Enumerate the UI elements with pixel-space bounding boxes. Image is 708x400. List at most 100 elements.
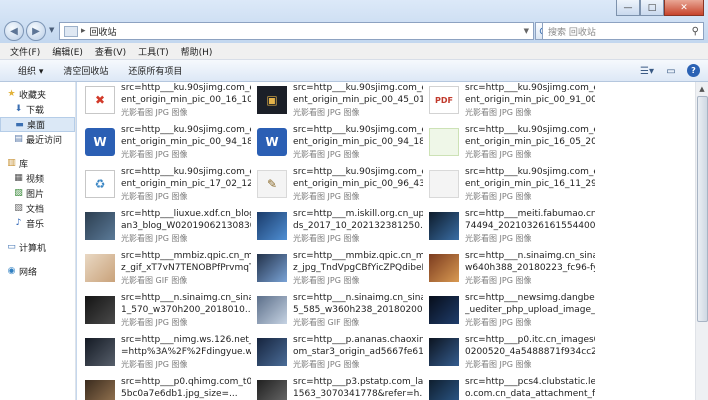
maximize-button[interactable]: □ <box>640 0 664 16</box>
file-item[interactable]: ▣ src=http___ku.90sjimg.com_elem ent_origi… <box>249 82 423 122</box>
address-bar[interactable]: ▸ 回收站 ▼ <box>59 22 534 40</box>
sidebar-item-computer[interactable]: ▭ 计算机 <box>0 240 75 255</box>
music-icon: ♪ <box>15 218 22 228</box>
file-item[interactable]: src=http___p0.itc.cn_images03_2 0200520_4… <box>421 334 595 374</box>
file-item[interactable]: src=http___mmbiz.qpic.cn_mmbi z_gif_xT7vN… <box>77 250 251 290</box>
file-type: 光影看图 JPG 图像 <box>465 234 532 243</box>
menu-file[interactable]: 文件(F) <box>4 45 46 58</box>
restore-all-button[interactable]: 还原所有项目 <box>118 64 192 77</box>
sidebar-item-network[interactable]: ◉ 网络 <box>0 264 75 279</box>
menu-view[interactable]: 查看(V) <box>89 45 132 58</box>
sidebar-item-desktop[interactable]: ▬ 桌面 <box>0 117 75 132</box>
menu-edit[interactable]: 编辑(E) <box>46 45 89 58</box>
file-name-line-2: z_gif_xT7vN7TENOBPfPrvmqT... <box>121 263 251 273</box>
file-name-line-2: ent_origin_min_pic_00_94_18_9... <box>121 137 251 147</box>
view-options-icon[interactable]: ☰▾ <box>639 64 655 78</box>
history-dropdown-icon[interactable]: ▼ <box>49 26 54 34</box>
sidebar-item-videos[interactable]: ▦ 视频 <box>0 171 75 186</box>
breadcrumb-separator-icon[interactable]: ▸ <box>81 26 86 36</box>
sidebar-label: 图片 <box>26 190 45 200</box>
menu-tools[interactable]: 工具(T) <box>132 45 175 58</box>
file-name-line-1: src=http___nimg.ws.126.net_url <box>121 335 251 345</box>
file-item[interactable]: Wsrc=http___ku.90sjimg.com_elem ent_origi… <box>249 124 423 164</box>
preview-pane-icon[interactable]: ▭ <box>663 64 679 78</box>
photo-icon <box>257 296 287 324</box>
file-item[interactable]: src=http___n.sinaimg.cn_sinacn1 5_585_w36… <box>249 292 423 332</box>
file-name-line-1: src=http___ku.90sjimg.com_elem <box>465 167 595 177</box>
file-name: src=http___p.ananas.chaoxing.c om_star3_o… <box>293 334 423 358</box>
sidebar-label: 视频 <box>26 175 45 185</box>
sidebar-item-library[interactable]: ▥ 库 <box>0 156 75 171</box>
file-item[interactable]: src=http___p.ananas.chaoxing.c om_star3_o… <box>249 334 423 374</box>
file-item[interactable]: src=http___m.iskill.org.cn_uploa ds_2017_… <box>249 208 423 248</box>
scrollbar-thumb[interactable] <box>697 96 708 322</box>
file-name: src=http___m.iskill.org.cn_uploa ds_2017_… <box>293 208 423 232</box>
close-button[interactable]: ✕ <box>664 0 704 16</box>
file-name: src=http___nimg.ws.126.net_url =http%3A%2… <box>121 334 251 358</box>
download-folder-icon: ⬇ <box>14 104 23 114</box>
file-item[interactable]: Wsrc=http___ku.90sjimg.com_elem ent_origi… <box>77 124 251 164</box>
sidebar-item-pictures[interactable]: ▨ 图片 <box>0 186 75 201</box>
scroll-up-icon[interactable]: ▲ <box>696 82 708 95</box>
file-type: 光影看图 GIF 图像 <box>293 318 360 327</box>
sidebar-item-music[interactable]: ♪ 音乐 <box>0 216 75 231</box>
file-item[interactable]: ✖ src=http___ku.90sjimg.com_elem ent_origi… <box>77 82 251 122</box>
file-item[interactable]: ♻ src=http___ku.90sjimg.com_elem ent_origi… <box>77 166 251 206</box>
breadcrumb-recycle-bin[interactable]: 回收站 <box>90 25 117 38</box>
help-icon[interactable]: ? <box>687 64 700 77</box>
file-item[interactable]: src=http___nimg.ws.126.net_url =http%3A%2… <box>77 334 251 374</box>
file-type: 光影看图 JPG 图像 <box>465 108 532 117</box>
file-item[interactable]: src=http___pcs4.clubstatic.lenov o.com.cn… <box>421 376 595 400</box>
file-item[interactable]: PDF src=http___ku.90sjimg.com_elem ent_ori… <box>421 82 595 122</box>
file-item[interactable]: src=http___meiti.fabumao.cn_11 74494_2021… <box>421 208 595 248</box>
file-name: src=http___ku.90sjimg.com_elem ent_origin… <box>293 124 423 148</box>
file-item[interactable]: src=http___p3.pstatp.com_large_ 1563_3070… <box>249 376 423 400</box>
file-name-line-2: ent_origin_min_pic_00_94_18_9... <box>293 137 423 147</box>
file-name: src=http___mmbiz.qpic.cn_mmbi z_gif_xT7vN… <box>121 250 251 274</box>
file-type: 光影看图 JPG 图像 <box>293 276 360 285</box>
file-item[interactable]: src=http___ku.90sjimg.com_elem ent_origin… <box>421 124 595 164</box>
file-name-line-2: ds_2017_10_202132381250... <box>293 221 423 231</box>
file-item[interactable]: src=http___n.sinaimg.cn_sinacn1 1_570_w37… <box>77 292 251 332</box>
file-item[interactable]: src=http___ku.90sjimg.com_elem ent_origin… <box>421 166 595 206</box>
file-list: ✖ src=http___ku.90sjimg.com_elem ent_origi… <box>77 82 695 400</box>
file-item[interactable]: src=http___newsimg.dangbei.net _uediter_p… <box>421 292 595 332</box>
file-item[interactable]: src=http___p0.qhimg.com_t0101 5bc0a7e6db1… <box>77 376 251 400</box>
file-name-line-1: src=http___meiti.fabumao.cn_11 <box>465 209 595 219</box>
photo-icon <box>257 254 287 282</box>
search-input[interactable]: 搜索 回收站 ⚲ <box>542 22 704 40</box>
back-button[interactable]: ◀ <box>4 21 24 41</box>
sidebar-label: 音乐 <box>26 220 45 230</box>
address-dropdown-icon[interactable]: ▼ <box>524 27 529 35</box>
forward-arrow-icon: ▶ <box>32 25 40 37</box>
file-item[interactable]: src=http___mmbiz.qpic.cn_mmbi z_jpg_TndVp… <box>249 250 423 290</box>
file-name-line-2: an3_blog_W02019062130830... <box>121 221 251 231</box>
vertical-scrollbar[interactable]: ▲ <box>695 82 708 400</box>
file-name-line-2: ent_origin_min_pic_17_02_12_0... <box>121 179 251 189</box>
file-name-line-2: _uediter_php_upload_image_2... <box>465 305 595 315</box>
sidebar-item-recent[interactable]: ▤ 最近访问 <box>0 132 75 147</box>
file-type: 光影看图 JPG 图像 <box>121 318 188 327</box>
file-type: 光影看图 JPG 图像 <box>121 192 188 201</box>
search-icon[interactable]: ⚲ <box>692 26 699 37</box>
file-name: src=http___n.sinaimg.cn_sinacn_ w640h388_… <box>465 250 595 274</box>
file-type: 光影看图 JPG 图像 <box>293 192 360 201</box>
file-item[interactable]: src=http___liuxue.xdf.cn_blog_yul an3_blo… <box>77 208 251 248</box>
file-item[interactable]: ✎ src=http___ku.90sjimg.com_elem ent_origi… <box>249 166 423 206</box>
empty-recycle-bin-button[interactable]: 清空回收站 <box>53 64 118 77</box>
sidebar-item-favorites[interactable]: ★ 收藏夹 <box>0 87 75 102</box>
photo-icon <box>85 296 115 324</box>
forward-button[interactable]: ▶ <box>26 21 46 41</box>
organize-button[interactable]: 组织 ▾ <box>8 64 53 77</box>
photo-icon <box>257 380 287 400</box>
file-name-line-1: src=http___ku.90sjimg.com_elem <box>293 83 423 93</box>
minimize-button[interactable]: — <box>616 0 640 16</box>
sidebar-item-downloads[interactable]: ⬇ 下载 <box>0 102 75 117</box>
desktop-icon: ▬ <box>15 120 24 130</box>
menu-help[interactable]: 帮助(H) <box>175 45 219 58</box>
file-type: 光影看图 JPG 图像 <box>465 276 532 285</box>
file-item[interactable]: src=http___n.sinaimg.cn_sinacn_ w640h388_… <box>421 250 595 290</box>
file-type: 光影看图 JPG 图像 <box>293 108 360 117</box>
sidebar-item-documents[interactable]: ▧ 文档 <box>0 201 75 216</box>
file-type: 光影看图 GIF 图像 <box>121 276 188 285</box>
